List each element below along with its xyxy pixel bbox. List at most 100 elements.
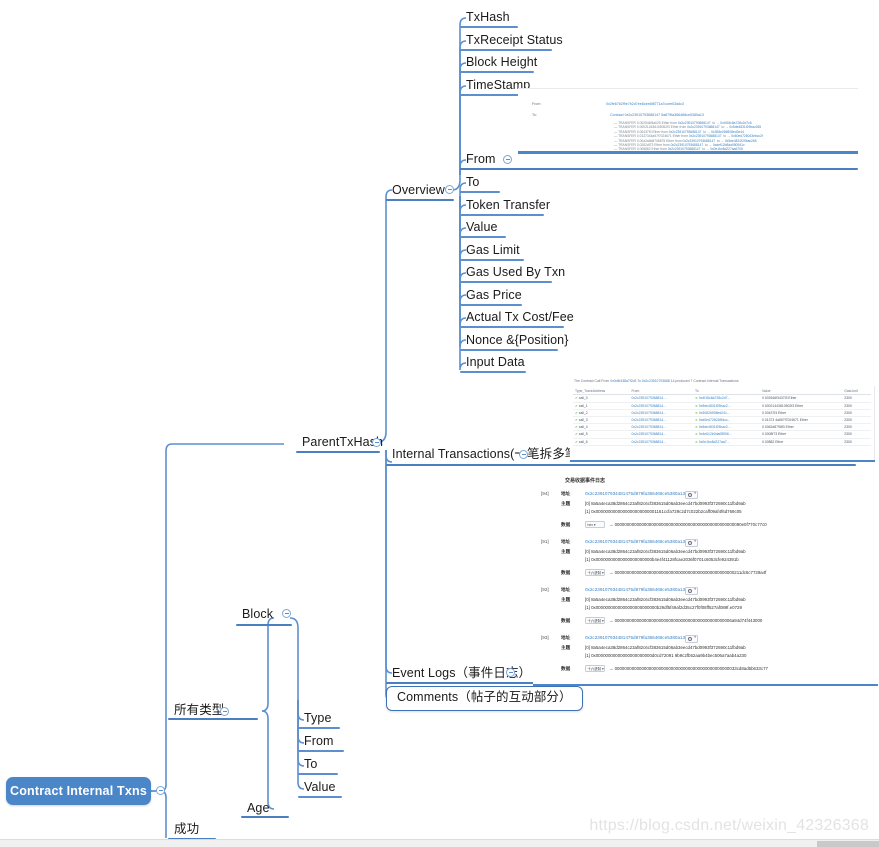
itx-cell-value: 0.00021443810502f3 Ether [760,402,843,410]
node-overview-to[interactable]: To [464,175,481,191]
log-format-select[interactable]: hex ▾ [585,521,605,528]
node-block-child-to[interactable]: To [302,757,319,773]
shot-from-value: 0x2fe6762f9e7b2d7ee6cee6f8771a7ccee03ddc… [606,102,684,106]
log-address-key: 地址 [561,491,571,496]
node-overview-input-data[interactable]: Input Data [464,355,527,371]
node-overview-nonce-position[interactable]: Nonce &{Position} [464,333,570,349]
log-index: [94] [541,491,549,496]
node-overview-value-label: Value [466,220,498,234]
itx-cell-to[interactable]: ➤ 0x4f18c8a728c2d7... [693,394,761,403]
itx-column-header: To [693,388,761,396]
log-topic-1: [1] 0x0000000000000000000000001161ccfa72… [585,509,742,514]
itx-column-header: GasLimit [842,388,871,396]
itx-cell-from[interactable]: 0x2c2391079368814... [629,409,694,417]
itx-cell-from[interactable]: 0x2c2391079368814... [629,394,694,403]
node-success[interactable]: 成功 [172,822,201,838]
node-overview-gas-price[interactable]: Gas Price [464,288,524,304]
node-internal-transactions[interactable]: Internal Transactions(一笔拆多笔) [390,447,584,463]
itx-cell-from[interactable]: 0x2c2391079368814... [629,423,694,432]
node-overview-txhash[interactable]: TxHash [464,10,512,26]
itx-cell-from[interactable]: 0x2c2391079368814... [629,416,694,425]
shot-from-label: From: [532,102,542,106]
search-icon[interactable] [685,586,698,595]
root-node[interactable]: Contract Internal Txns [6,777,151,805]
itx-table-row: ✔ call_6 0x2c2391079368814... ➤ 0x0e1bc8d2… [573,438,871,446]
search-icon[interactable] [685,490,698,499]
event-log-entry: [92] 地址 0x2c239107934481475d879fa366468ce5… [533,586,878,631]
itx-cell-type: ✔ call_0 [573,394,630,403]
node-overview-block-height[interactable]: Block Height [464,55,539,71]
node-block-label: Block [242,607,274,621]
node-comments[interactable]: Comments（帖子的互动部分） [386,686,583,711]
node-age[interactable]: Age [245,801,272,817]
node-overview-actual-tx-cost-fee[interactable]: Actual Tx Cost/Fee [464,310,576,326]
node-block-child-value-label: Value [304,780,336,794]
log-format-select[interactable]: 十六进制 ▾ [585,617,605,624]
root-collapse-icon[interactable] [156,786,165,795]
node-block-child-type-label: Type [304,711,332,725]
itx-cell-to[interactable]: ➤ 0x4e612b0da08906... [693,430,761,439]
node-all-types[interactable]: 所有类型 [172,703,226,719]
node-block-child-type[interactable]: Type [302,711,334,727]
horizontal-scrollbar[interactable] [817,841,879,847]
embedded-screenshot-from-to: From: 0x2fe6762f9e7b2d7ee6cee6f8771a7cce… [518,88,858,154]
log-data-value: → 00000000000000000000000000000000000000… [609,618,763,623]
node-overview-txreceipt-status[interactable]: TxReceipt Status [464,33,565,49]
log-address-value[interactable]: 0x2c239107934481475d879fa366468ce5380a13 [585,491,685,496]
log-address-value[interactable]: 0x2c239107934481475d879fa366468ce5380a13 [585,587,685,592]
event-log-entry: [93] 地址 0x2c239107934481475d879fa366468ce5… [533,634,878,679]
all-types-collapse-icon[interactable] [220,707,229,716]
itx-cell-to[interactable]: ➤ 0x30826908ed241... [693,409,761,417]
shot-from-transfer-row: — TRANSFER 0.00a2a6b8706875 Ether from 0… [614,138,757,143]
log-format-select[interactable]: 十六进制 ▾ [585,665,605,672]
parent-tx-hash-collapse-icon[interactable] [372,438,381,447]
node-overview-block-height-label: Block Height [466,55,538,69]
itx-cell-from[interactable]: 0x2c2391079368814... [629,402,694,410]
itx-cell-type: ✔ call_1 [573,402,630,410]
event-logs-title: 交易收据事件日志 [565,478,606,484]
node-overview-from[interactable]: From [464,152,498,168]
itx-cell-from[interactable]: 0x2c2391079368814... [629,438,694,446]
log-data-key: 数据 [561,666,571,671]
shot-to-label: To: [532,113,537,117]
overview-collapse-icon[interactable] [445,185,454,194]
node-overview-gas-used-by-txn[interactable]: Gas Used By Txn [464,265,567,281]
log-data-value: → 00000000000000000000000000000000000000… [609,522,767,527]
itx-column-header: From [629,388,694,396]
log-address-key: 地址 [561,587,571,592]
itx-cell-type: ✔ call_6 [573,438,630,446]
embedded-screenshot-internal-tx-table: The Contract Call From 0x0d4f438a7f2d3 T… [570,376,875,462]
itx-column-header: Type_TraceAddress [573,388,630,396]
log-format-select[interactable]: 十六进制 ▾ [585,569,605,576]
itx-cell-from[interactable]: 0x2c2391079368814... [629,430,694,439]
itx-cell-gas: 2300 [842,416,871,425]
node-block-child-from[interactable]: From [302,734,336,750]
itx-cell-to[interactable]: ➤ 0x5de4831f29bac2... [693,402,761,410]
event-log-entry: [94] 地址 0x2c239107934481475d879fa366468ce5… [533,490,878,535]
itx-cell-to[interactable]: ➤ 0xd0ed72601f8dcc... [693,416,761,425]
itx-cell-value: 0.00882 Ether [760,438,843,446]
event-logs-collapse-icon[interactable] [506,668,515,677]
node-block[interactable]: Block [240,607,275,623]
overview-from-collapse-icon[interactable] [503,155,512,164]
node-overview-gas-limit[interactable]: Gas Limit [464,243,522,259]
itx-cell-type: ✔ call_3 [573,416,630,425]
node-overview-token-transfer[interactable]: Token Transfer [464,198,552,214]
log-address-value[interactable]: 0x2c239107934481475d879fa366468ce5380a13 [585,539,685,544]
itx-cell-to[interactable]: ➤ 0x5de4831f29bac2... [693,423,761,432]
node-age-label: Age [247,801,270,815]
node-overview[interactable]: Overview [390,183,447,199]
itx-table-row: ✔ call_0 0x2c2391079368814... ➤ 0x4f18c8a7… [573,394,871,403]
node-overview-input-data-label: Input Data [466,355,525,369]
log-index: [91] [541,539,549,544]
internal-transactions-collapse-icon[interactable] [519,450,528,459]
itx-cell-to[interactable]: ➤ 0x0e1bc8d227aa7... [693,438,761,446]
node-block-child-value[interactable]: Value [302,780,338,796]
log-address-value[interactable]: 0x2c239107934481475d879fa366468ce5380a13 [585,635,685,640]
search-icon[interactable] [685,634,698,643]
search-icon[interactable] [685,538,698,547]
block-collapse-icon[interactable] [282,609,291,618]
node-overview-value[interactable]: Value [464,220,500,236]
node-overview-to-label: To [466,175,480,189]
log-address-key: 地址 [561,635,571,640]
